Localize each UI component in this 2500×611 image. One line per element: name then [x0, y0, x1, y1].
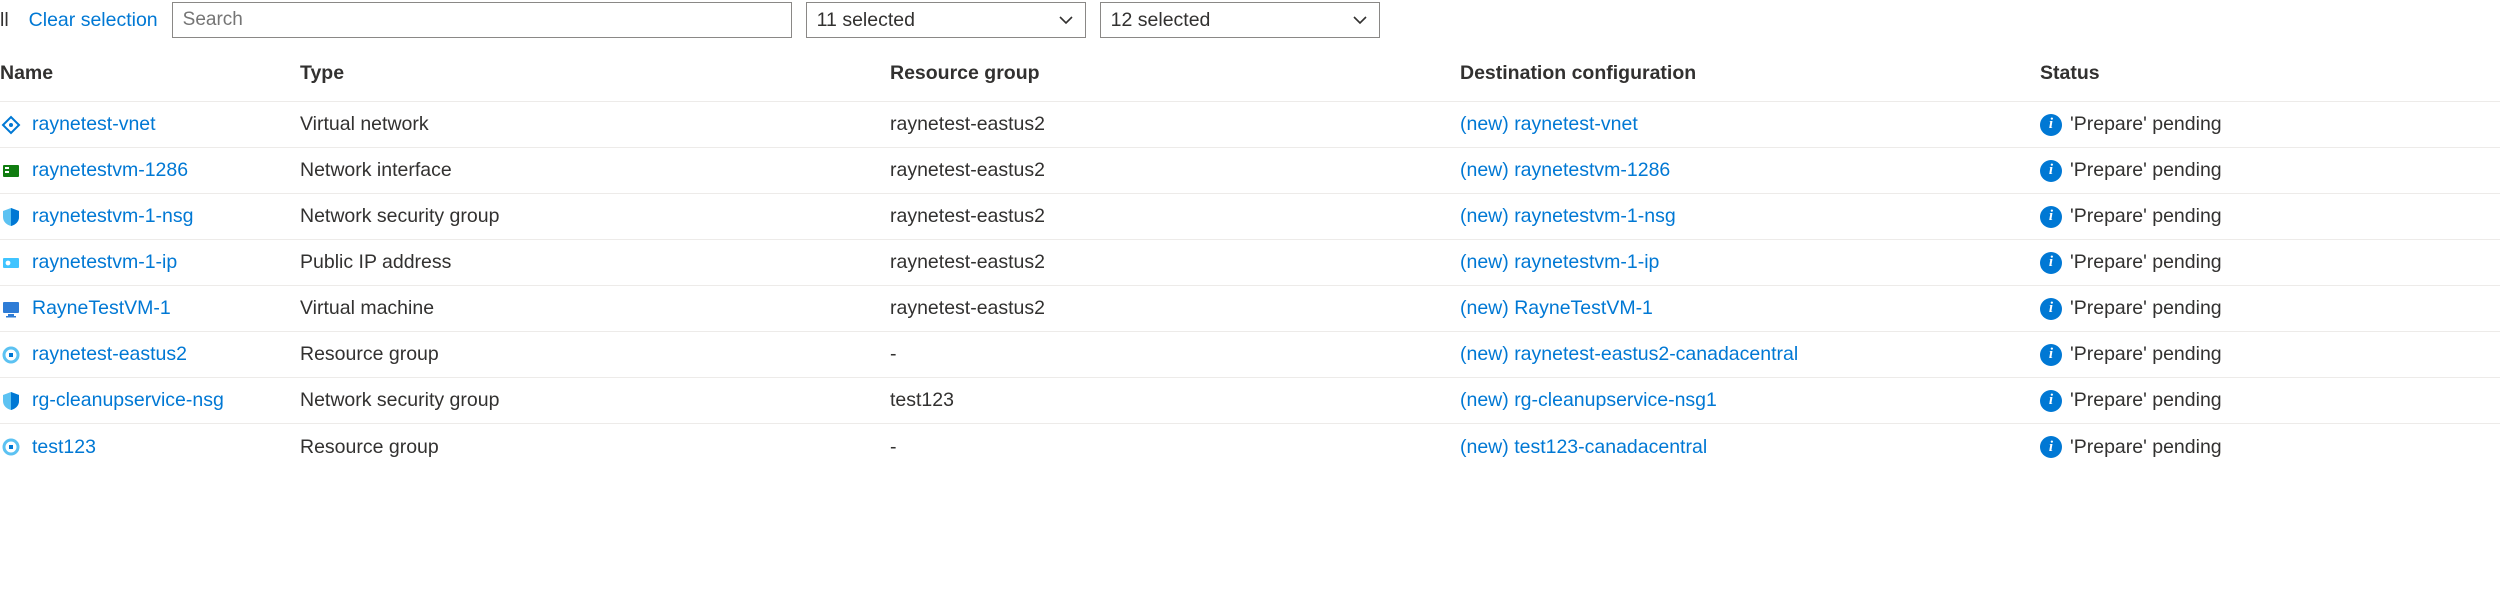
status-text: 'Prepare' pending: [2070, 343, 2222, 366]
vm-icon: [0, 298, 22, 320]
rg-icon: [0, 344, 22, 366]
chevron-down-icon: [1057, 11, 1075, 29]
col-name[interactable]: Name: [0, 62, 300, 85]
resource-type: Network security group: [300, 205, 890, 228]
col-destination[interactable]: Destination configuration: [1460, 62, 2040, 85]
destination-config-link[interactable]: (new) raynetest-eastus2-canadacentral: [1460, 343, 2040, 366]
status-text: 'Prepare' pending: [2070, 251, 2222, 274]
resource-type: Resource group: [300, 343, 890, 366]
resource-type: Public IP address: [300, 251, 890, 274]
table-header: Name Type Resource group Destination con…: [0, 48, 2500, 102]
pip-icon: [0, 252, 22, 274]
resource-group-name: -: [890, 436, 1460, 459]
info-icon: [2040, 390, 2062, 412]
info-icon: [2040, 114, 2062, 136]
destination-config-link[interactable]: (new) raynetestvm-1-nsg: [1460, 205, 2040, 228]
destination-config-link[interactable]: (new) raynetest-vnet: [1460, 113, 2040, 136]
info-icon: [2040, 298, 2062, 320]
resource-name-link[interactable]: raynetest-eastus2: [32, 343, 187, 366]
resource-group-name: raynetest-eastus2: [890, 297, 1460, 320]
table-row[interactable]: raynetestvm-1286 Network interface rayne…: [0, 148, 2500, 194]
rg-icon: [0, 436, 22, 458]
resource-name-link[interactable]: raynetestvm-1-nsg: [32, 205, 193, 228]
status-text: 'Prepare' pending: [2070, 297, 2222, 320]
chevron-down-icon: [1351, 11, 1369, 29]
info-icon: [2040, 436, 2062, 458]
info-icon: [2040, 252, 2062, 274]
table-row[interactable]: test123 Resource group - (new) test123-c…: [0, 424, 2500, 470]
destination-config-link[interactable]: (new) test123-canadacentral: [1460, 436, 2040, 459]
resource-name-link[interactable]: raynetest-vnet: [32, 113, 156, 136]
resource-name-link[interactable]: test123: [32, 436, 96, 459]
resource-type: Network security group: [300, 389, 890, 412]
resource-name-link[interactable]: rg-cleanupservice-nsg: [32, 389, 224, 412]
status-text: 'Prepare' pending: [2070, 159, 2222, 182]
col-type[interactable]: Type: [300, 62, 890, 85]
select-all-link-truncated[interactable]: ll: [0, 9, 15, 32]
info-icon: [2040, 344, 2062, 366]
destination-config-link[interactable]: (new) raynetestvm-1-ip: [1460, 251, 2040, 274]
resource-name-link[interactable]: raynetestvm-1286: [32, 159, 188, 182]
status-text: 'Prepare' pending: [2070, 113, 2222, 136]
info-icon: [2040, 160, 2062, 182]
resource-type: Network interface: [300, 159, 890, 182]
table-row[interactable]: raynetest-vnet Virtual network raynetest…: [0, 102, 2500, 148]
destination-config-link[interactable]: (new) rg-cleanupservice-nsg1: [1460, 389, 2040, 412]
search-input[interactable]: [172, 2, 792, 38]
table-row[interactable]: raynetest-eastus2 Resource group - (new)…: [0, 332, 2500, 378]
table-row[interactable]: rg-cleanupservice-nsg Network security g…: [0, 378, 2500, 424]
nic-icon: [0, 160, 22, 182]
filter-dropdown-2[interactable]: 12 selected: [1100, 2, 1380, 38]
info-icon: [2040, 206, 2062, 228]
resource-group-name: -: [890, 343, 1460, 366]
status-text: 'Prepare' pending: [2070, 436, 2222, 459]
resource-name-link[interactable]: raynetestvm-1-ip: [32, 251, 177, 274]
filter-dropdown-1[interactable]: 11 selected: [806, 2, 1086, 38]
destination-config-link[interactable]: (new) RayneTestVM-1: [1460, 297, 2040, 320]
vnet-icon: [0, 114, 22, 136]
resource-type: Virtual network: [300, 113, 890, 136]
col-resource-group[interactable]: Resource group: [890, 62, 1460, 85]
resource-group-name: raynetest-eastus2: [890, 205, 1460, 228]
resource-group-name: raynetest-eastus2: [890, 251, 1460, 274]
status-text: 'Prepare' pending: [2070, 389, 2222, 412]
destination-config-link[interactable]: (new) raynetestvm-1286: [1460, 159, 2040, 182]
resource-type: Virtual machine: [300, 297, 890, 320]
col-status[interactable]: Status: [2040, 62, 2340, 85]
resource-group-name: test123: [890, 389, 1460, 412]
table-row[interactable]: RayneTestVM-1 Virtual machine raynetest-…: [0, 286, 2500, 332]
resource-group-name: raynetest-eastus2: [890, 159, 1460, 182]
nsg-icon: [0, 390, 22, 412]
clear-selection-link[interactable]: Clear selection: [29, 9, 158, 32]
status-text: 'Prepare' pending: [2070, 205, 2222, 228]
nsg-icon: [0, 206, 22, 228]
filter-dropdown-1-value: 11 selected: [817, 9, 915, 32]
table-row[interactable]: raynetestvm-1-nsg Network security group…: [0, 194, 2500, 240]
filter-dropdown-2-value: 12 selected: [1111, 9, 1211, 32]
resource-name-link[interactable]: RayneTestVM-1: [32, 297, 171, 320]
resource-group-name: raynetest-eastus2: [890, 113, 1460, 136]
resource-type: Resource group: [300, 436, 890, 459]
table-row[interactable]: raynetestvm-1-ip Public IP address rayne…: [0, 240, 2500, 286]
